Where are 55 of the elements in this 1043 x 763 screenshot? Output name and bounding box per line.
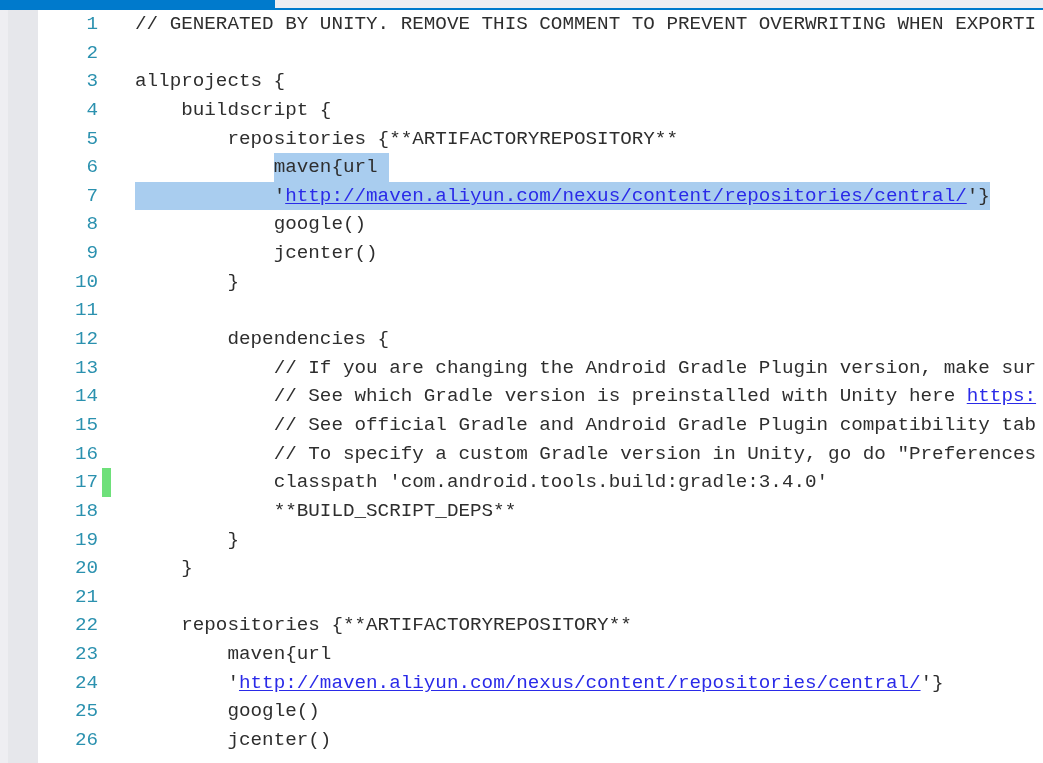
- line-number: 9: [86, 242, 98, 265]
- document-tab[interactable]: [0, 0, 275, 10]
- line-number: 3: [86, 70, 98, 93]
- code-text: jcenter(): [273, 241, 378, 267]
- line-number: 5: [86, 127, 98, 150]
- code-text: google(): [273, 212, 367, 238]
- code-text: maven{url: [273, 155, 378, 181]
- line-number: 17: [74, 471, 98, 494]
- line-number: 2: [86, 41, 98, 64]
- line-number: 10: [74, 270, 98, 293]
- line-number: 12: [74, 328, 98, 351]
- code-text: repositories {**ARTIFACTORYREPOSITORY**: [227, 126, 678, 152]
- code-link[interactable]: http://maven.aliyun.com/nexus/content/repositories/central/: [239, 668, 921, 698]
- code-text: repositories {**ARTIFACTORYREPOSITORY**: [181, 613, 632, 639]
- code-link[interactable]: https:: [966, 382, 1037, 411]
- code-text: // GENERATED BY UNITY. REMOVE THIS COMMENT TO PREVENT OVERWRITING WHEN EXPORTI: [135, 12, 1037, 37]
- line-number: 1: [86, 13, 98, 35]
- code-text: buildscript {: [181, 97, 332, 123]
- line-number: 20: [74, 557, 98, 580]
- line-number: 15: [74, 413, 98, 436]
- line-number: 25: [74, 700, 98, 723]
- line-number: 4: [86, 98, 98, 121]
- line-number: 13: [74, 356, 98, 379]
- line-number: 24: [74, 671, 98, 694]
- code-text: google(): [227, 699, 320, 725]
- code-text: ': [273, 183, 286, 209]
- line-number: 7: [86, 184, 98, 207]
- line-number: 8: [86, 213, 98, 236]
- line-number: 11: [74, 299, 98, 322]
- code-text: }: [181, 556, 193, 582]
- code-text: '}: [966, 183, 990, 209]
- code-text: jcenter(): [227, 728, 332, 753]
- line-number: 21: [74, 585, 98, 608]
- code-text: maven{url: [227, 642, 332, 668]
- code-text: }: [227, 527, 239, 553]
- code-text: **BUILD_SCRIPT_DEPS**: [273, 498, 517, 524]
- line-number: 16: [74, 442, 98, 465]
- code-text: classpath 'com.android.tools.build:gradle:3.4.0': [273, 470, 829, 496]
- code-text: '}: [920, 670, 944, 696]
- code-text: // See official Gradle and Android Gradle Plugin compatibility tab: [273, 412, 1037, 438]
- line-number: 19: [74, 528, 98, 551]
- code-text: // To specify a custom Gradle version in Unity, go do "Preferences: [273, 441, 1037, 467]
- code-text: dependencies {: [227, 327, 390, 353]
- line-number: 18: [74, 499, 98, 522]
- line-number: 23: [74, 643, 98, 666]
- code-link[interactable]: http://maven.aliyun.com/nexus/content/repositories/central/: [285, 181, 967, 211]
- line-number: 26: [74, 729, 98, 751]
- code-text: allprojects {: [135, 69, 286, 95]
- line-number: 14: [74, 385, 98, 408]
- line-number: 22: [74, 614, 98, 637]
- code-text: // See which Gradle version is preinstalled with Unity here: [273, 384, 956, 410]
- code-text: // If you are changing the Android Gradle Plugin version, make sur: [273, 355, 1037, 381]
- code-text: }: [227, 269, 239, 295]
- code-text: ': [227, 670, 239, 696]
- line-number: 6: [86, 156, 98, 179]
